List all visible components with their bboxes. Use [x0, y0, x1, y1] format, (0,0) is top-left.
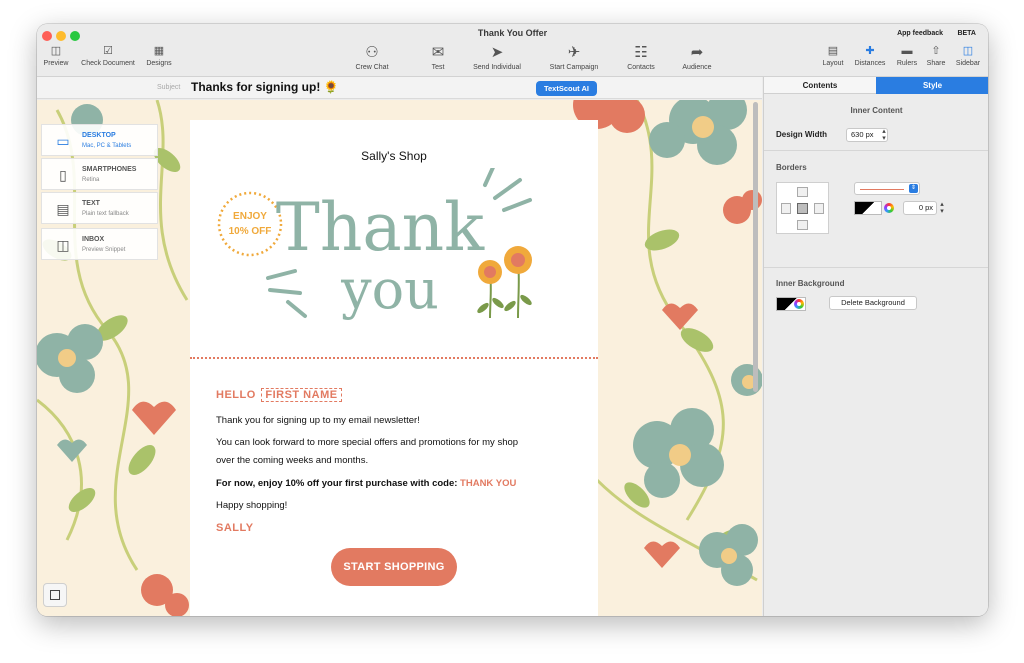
subject-label: Subject: [157, 84, 181, 91]
border-side-selector[interactable]: [776, 182, 829, 234]
send-individual-button[interactable]: ➤ Send Individual: [469, 44, 525, 76]
inner-content-heading: Inner Content: [850, 106, 903, 115]
offer-line[interactable]: For now, enjoy 10% off your first purcha…: [216, 478, 516, 489]
text-doc-icon: ▤: [56, 201, 70, 217]
tab-contents[interactable]: Contents: [764, 77, 876, 94]
device-text[interactable]: ▤ TEXT Plain text fallback: [41, 192, 158, 224]
border-left-segment[interactable]: [781, 203, 791, 214]
inspector-sidebar: Contents Style Inner Content Design Widt…: [763, 77, 988, 616]
design-canvas[interactable]: ▭ DESKTOP Mac, PC & Tablets ▯ SMARTPHONE…: [37, 100, 762, 616]
border-width-stepper[interactable]: ▴ ▾: [938, 201, 946, 215]
inbox-icon: ◫: [56, 237, 70, 253]
sidebar-button[interactable]: ◫ Sidebar: [952, 44, 984, 76]
app-window: Thank You Offer App feedback BETA ◫ Prev…: [37, 24, 988, 616]
device-smartphones[interactable]: ▯ SMARTPHONES Retina: [41, 158, 158, 190]
border-bottom-segment[interactable]: [797, 220, 808, 230]
email-body[interactable]: Sally's Shop ENJOY 10% OFF Thank you HEL…: [190, 120, 598, 616]
color-picker-icon[interactable]: [794, 299, 804, 309]
sunflowers-graphic: [477, 246, 532, 319]
contacts-button[interactable]: ☷ Contacts: [623, 44, 659, 76]
window-title: Thank You Offer: [477, 28, 548, 38]
start-shopping-button[interactable]: START SHOPPING: [331, 548, 457, 586]
device-preview-list: ▭ DESKTOP Mac, PC & Tablets ▯ SMARTPHONE…: [41, 124, 158, 262]
burst-lines-top: [483, 168, 532, 212]
hero-line-2: you: [340, 258, 439, 321]
signpost-icon: ➦: [690, 44, 704, 61]
badge-line-2: 10% OFF: [229, 226, 272, 237]
subject-input[interactable]: Thanks for signing up! 🌻: [191, 80, 339, 94]
promo-line-2[interactable]: over the coming weeks and months.: [216, 455, 368, 466]
phone-icon: ▯: [59, 167, 67, 183]
burst-lines-bottom: [266, 269, 307, 318]
app-feedback-link[interactable]: App feedback: [897, 30, 943, 37]
ruler-icon: ▬: [901, 45, 913, 57]
tab-style[interactable]: Style: [876, 77, 988, 94]
laptop-icon: ▭: [56, 133, 70, 149]
fit-view-icon: [50, 590, 60, 600]
inner-background-heading: Inner Background: [776, 279, 845, 288]
share-button[interactable]: ⇧ Share: [924, 44, 948, 76]
check-icon: ☑: [103, 45, 113, 57]
send-individual-icon: ➤: [490, 44, 504, 61]
section-divider: [190, 357, 598, 359]
check-document-button[interactable]: ☑ Check Document: [77, 44, 139, 76]
border-color-swatch[interactable]: [854, 201, 882, 215]
first-name-placeholder[interactable]: FIRST NAME: [261, 388, 342, 402]
hero-line-1: Thank: [276, 189, 485, 266]
test-button[interactable]: ✉ Test: [423, 44, 453, 76]
vertical-scrollbar[interactable]: [753, 102, 758, 392]
envelope-icon: ✉: [431, 44, 445, 61]
layout-button[interactable]: ▤ Layout: [819, 44, 847, 76]
people-icon: ⚇: [365, 44, 379, 61]
distances-icon: ✚: [865, 45, 875, 57]
plane-icon: ✈: [567, 44, 581, 61]
badge-line-1: ENJOY: [233, 211, 267, 222]
sidebar-tabs: Contents Style: [764, 77, 988, 94]
border-line-preview: [860, 189, 904, 190]
distances-button[interactable]: ✚ Distances: [852, 44, 888, 76]
sidebar-icon: ◫: [962, 45, 974, 57]
border-right-segment[interactable]: [814, 203, 824, 214]
border-all-segment[interactable]: [797, 203, 808, 214]
subject-bar: Subject Thanks for signing up! 🌻 TextSco…: [37, 77, 762, 99]
shop-name[interactable]: Sally's Shop: [190, 149, 598, 163]
design-width-label: Design Width: [776, 130, 828, 139]
promo-line-1[interactable]: You can look forward to more special off…: [216, 437, 518, 448]
chevron-down-icon: ⇕: [909, 184, 918, 193]
audience-button[interactable]: ➦ Audience: [679, 44, 715, 76]
border-width-input[interactable]: 0 px: [903, 201, 937, 215]
thanks-line[interactable]: Thank you for signing up to my email new…: [216, 415, 420, 426]
hero-thank-you-graphic[interactable]: ENJOY 10% OFF Thank you: [190, 168, 598, 354]
happy-shopping-line[interactable]: Happy shopping!: [216, 500, 287, 511]
toolbar: Thank You Offer App feedback BETA ◫ Prev…: [37, 24, 988, 77]
design-width-stepper[interactable]: ▴ ▾: [880, 128, 888, 142]
fit-view-button[interactable]: [43, 583, 67, 607]
borders-heading: Borders: [776, 163, 807, 172]
share-icon: ⇧: [931, 45, 941, 57]
signature[interactable]: SALLY: [216, 522, 254, 534]
rulers-button[interactable]: ▬ Rulers: [894, 44, 920, 76]
divider: [764, 267, 988, 268]
device-desktop[interactable]: ▭ DESKTOP Mac, PC & Tablets: [41, 124, 158, 156]
badge-ring: [217, 191, 283, 257]
color-picker-icon[interactable]: [884, 203, 894, 213]
designs-icon: ▦: [153, 45, 165, 57]
textscout-ai-button[interactable]: TextScout AI: [536, 81, 597, 96]
beta-badge: BETA: [957, 30, 976, 37]
offer-code: THANK YOU: [460, 478, 517, 489]
start-campaign-button[interactable]: ✈ Start Campaign: [546, 44, 602, 76]
preview-button[interactable]: ◫ Preview: [41, 44, 71, 76]
delete-background-button[interactable]: Delete Background: [829, 296, 917, 310]
border-top-segment[interactable]: [797, 187, 808, 197]
divider: [764, 150, 988, 151]
layout-icon: ▤: [827, 45, 839, 57]
designs-button[interactable]: ▦ Designs: [144, 44, 174, 76]
border-style-dropdown[interactable]: ⇕: [854, 182, 920, 195]
device-inbox[interactable]: ◫ INBOX Preview Snippet: [41, 228, 158, 260]
greeting[interactable]: HELLO FIRST NAME: [216, 388, 342, 402]
preview-icon: ◫: [50, 45, 62, 57]
crew-chat-button[interactable]: ⚇ Crew Chat: [350, 44, 394, 76]
contacts-icon: ☷: [634, 44, 648, 61]
